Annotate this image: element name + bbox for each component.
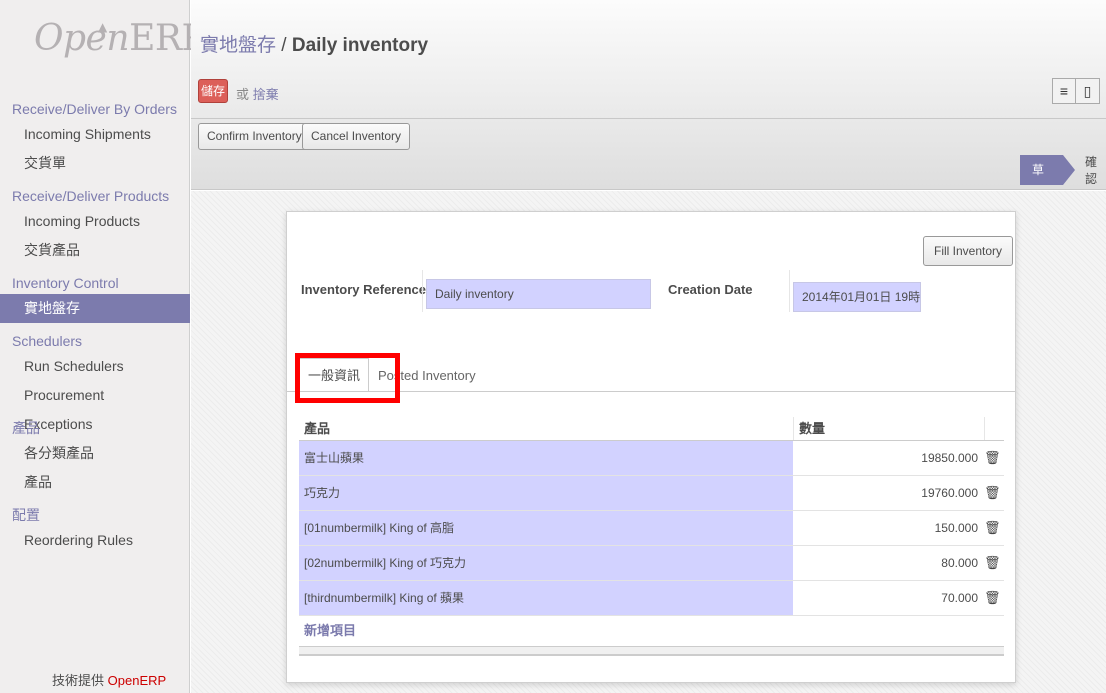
logo-text-open: Open — [34, 18, 130, 59]
table-row[interactable]: [01numbermilk] King of 高脂 150.000 🗑 — [299, 511, 1004, 546]
or-label: 或 — [236, 87, 250, 102]
or-discard: 或 捨棄 — [236, 84, 279, 103]
breadcrumb: 實地盤存 / Daily inventory — [200, 30, 428, 57]
powered-by-label: 技術提供 — [52, 673, 105, 688]
menu-section-receive-by-orders[interactable]: Receive/Deliver By Orders — [0, 98, 190, 120]
menu-item-procurement-exceptions[interactable]: Procurement Exceptions — [0, 381, 190, 432]
list-view-icon[interactable]: ≡ — [1052, 78, 1076, 104]
menu-item-run-schedulers[interactable]: Run Schedulers — [0, 352, 190, 381]
powered-by: 技術提供 OpenERP — [52, 670, 166, 689]
trash-icon[interactable]: 🗑 — [984, 555, 1001, 571]
openerp-logo[interactable]: OpenERP ▲ — [34, 18, 206, 59]
confirm-inventory-button[interactable]: Confirm Inventory — [198, 123, 311, 150]
form-view-icon[interactable]: ▯ — [1076, 78, 1100, 104]
fill-inventory-button[interactable]: Fill Inventory — [923, 236, 1014, 266]
menu-item-products[interactable]: 產品 — [0, 468, 190, 497]
save-button[interactable]: 儲存 — [198, 79, 228, 103]
product-cell[interactable]: [02numbermilk] King of 巧克力 — [299, 546, 793, 580]
column-header-product[interactable]: 產品 — [299, 417, 793, 440]
quantity-cell[interactable]: 19760.000 — [793, 476, 984, 510]
product-cell[interactable]: [01numbermilk] King of 高脂 — [299, 511, 793, 545]
state-draft: 草案 — [1020, 155, 1075, 207]
trash-icon[interactable]: 🗑 — [984, 520, 1001, 536]
table-footer — [299, 646, 1004, 656]
table-row[interactable]: 巧克力 19760.000 🗑 — [299, 476, 1004, 511]
status-bar: 草案 確認 — [1020, 155, 1106, 207]
view-switcher: ≡ ▯ — [1052, 78, 1102, 104]
sidebar-menu: Receive/Deliver By Orders Incoming Shipm… — [0, 98, 190, 555]
inventory-reference-label: Inventory Reference — [301, 282, 426, 297]
trash-icon[interactable]: 🗑 — [984, 485, 1001, 501]
quantity-cell[interactable]: 70.000 — [793, 581, 984, 615]
breadcrumb-separator: / — [276, 35, 292, 56]
menu-section-schedulers[interactable]: Schedulers — [0, 330, 190, 352]
quantity-cell[interactable]: 19850.000 — [793, 441, 984, 475]
add-item-link[interactable]: 新增項目 — [299, 616, 1004, 646]
logo-hat-icon: ▲ — [98, 20, 107, 34]
creation-date-value: 2014年01月01日 19時 — [802, 290, 921, 304]
sidebar: OpenERP ▲ Receive/Deliver By Orders Inco… — [0, 0, 206, 693]
breadcrumb-current: Daily inventory — [291, 35, 429, 56]
quantity-cell[interactable]: 150.000 — [793, 511, 984, 545]
menu-section-products[interactable]: 產品 — [0, 417, 190, 439]
table-row[interactable]: [thirdnumbermilk] King of 蘋果 70.000 🗑 — [299, 581, 1004, 616]
form-header: 實地盤存 / Daily inventory 儲存 或 捨棄 ≡ ▯ Confi… — [191, 0, 1106, 207]
column-header-quantity[interactable]: 數量 — [793, 417, 984, 440]
menu-item-products-by-category[interactable]: 各分類產品 — [0, 439, 190, 468]
menu-item-physical-inventory[interactable]: 實地盤存 — [0, 294, 190, 323]
trash-icon[interactable]: 🗑 — [984, 590, 1001, 606]
inventory-reference-input[interactable]: Daily inventory — [426, 279, 651, 309]
table-header: 產品 數量 — [299, 417, 1004, 441]
quantity-cell[interactable]: 80.000 — [793, 546, 984, 580]
menu-item-delivery-orders[interactable]: 交貨單 — [0, 149, 190, 178]
product-cell[interactable]: 巧克力 — [299, 476, 793, 510]
product-cell[interactable]: [thirdnumbermilk] King of 蘋果 — [299, 581, 793, 615]
form-content: Fill Inventory Inventory Reference Daily… — [191, 191, 1106, 693]
inventory-lines-table: 產品 數量 富士山蘋果 19850.000 🗑 巧克力 19760.000 🗑 … — [299, 417, 1004, 656]
menu-section-configuration[interactable]: 配置 — [0, 504, 190, 526]
menu-item-reordering-rules[interactable]: Reordering Rules — [0, 526, 190, 555]
cancel-inventory-button[interactable]: Cancel Inventory — [302, 123, 411, 150]
powered-by-link[interactable]: OpenERP — [108, 673, 167, 688]
menu-item-delivery-products[interactable]: 交貨產品 — [0, 236, 190, 265]
table-row[interactable]: 富士山蘋果 19850.000 🗑 — [299, 441, 1004, 476]
menu-item-incoming-shipments[interactable]: Incoming Shipments — [0, 120, 190, 149]
menu-item-incoming-products[interactable]: Incoming Products — [0, 207, 190, 236]
creation-date-input[interactable]: 2014年01月01日 19時• — [793, 282, 921, 312]
discard-link[interactable]: 捨棄 — [253, 87, 279, 102]
breadcrumb-parent-link[interactable]: 實地盤存 — [200, 35, 276, 56]
form-sheet: Fill Inventory Inventory Reference Daily… — [286, 211, 1016, 683]
menu-section-inventory-control[interactable]: Inventory Control — [0, 272, 190, 294]
product-cell[interactable]: 富士山蘋果 — [299, 441, 793, 475]
trash-icon[interactable]: 🗑 — [984, 450, 1001, 466]
menu-section-receive-products[interactable]: Receive/Deliver Products — [0, 185, 190, 207]
highlight-annotation — [295, 353, 400, 403]
table-row[interactable]: [02numbermilk] King of 巧克力 80.000 🗑 — [299, 546, 1004, 581]
creation-date-label: Creation Date — [668, 282, 753, 297]
